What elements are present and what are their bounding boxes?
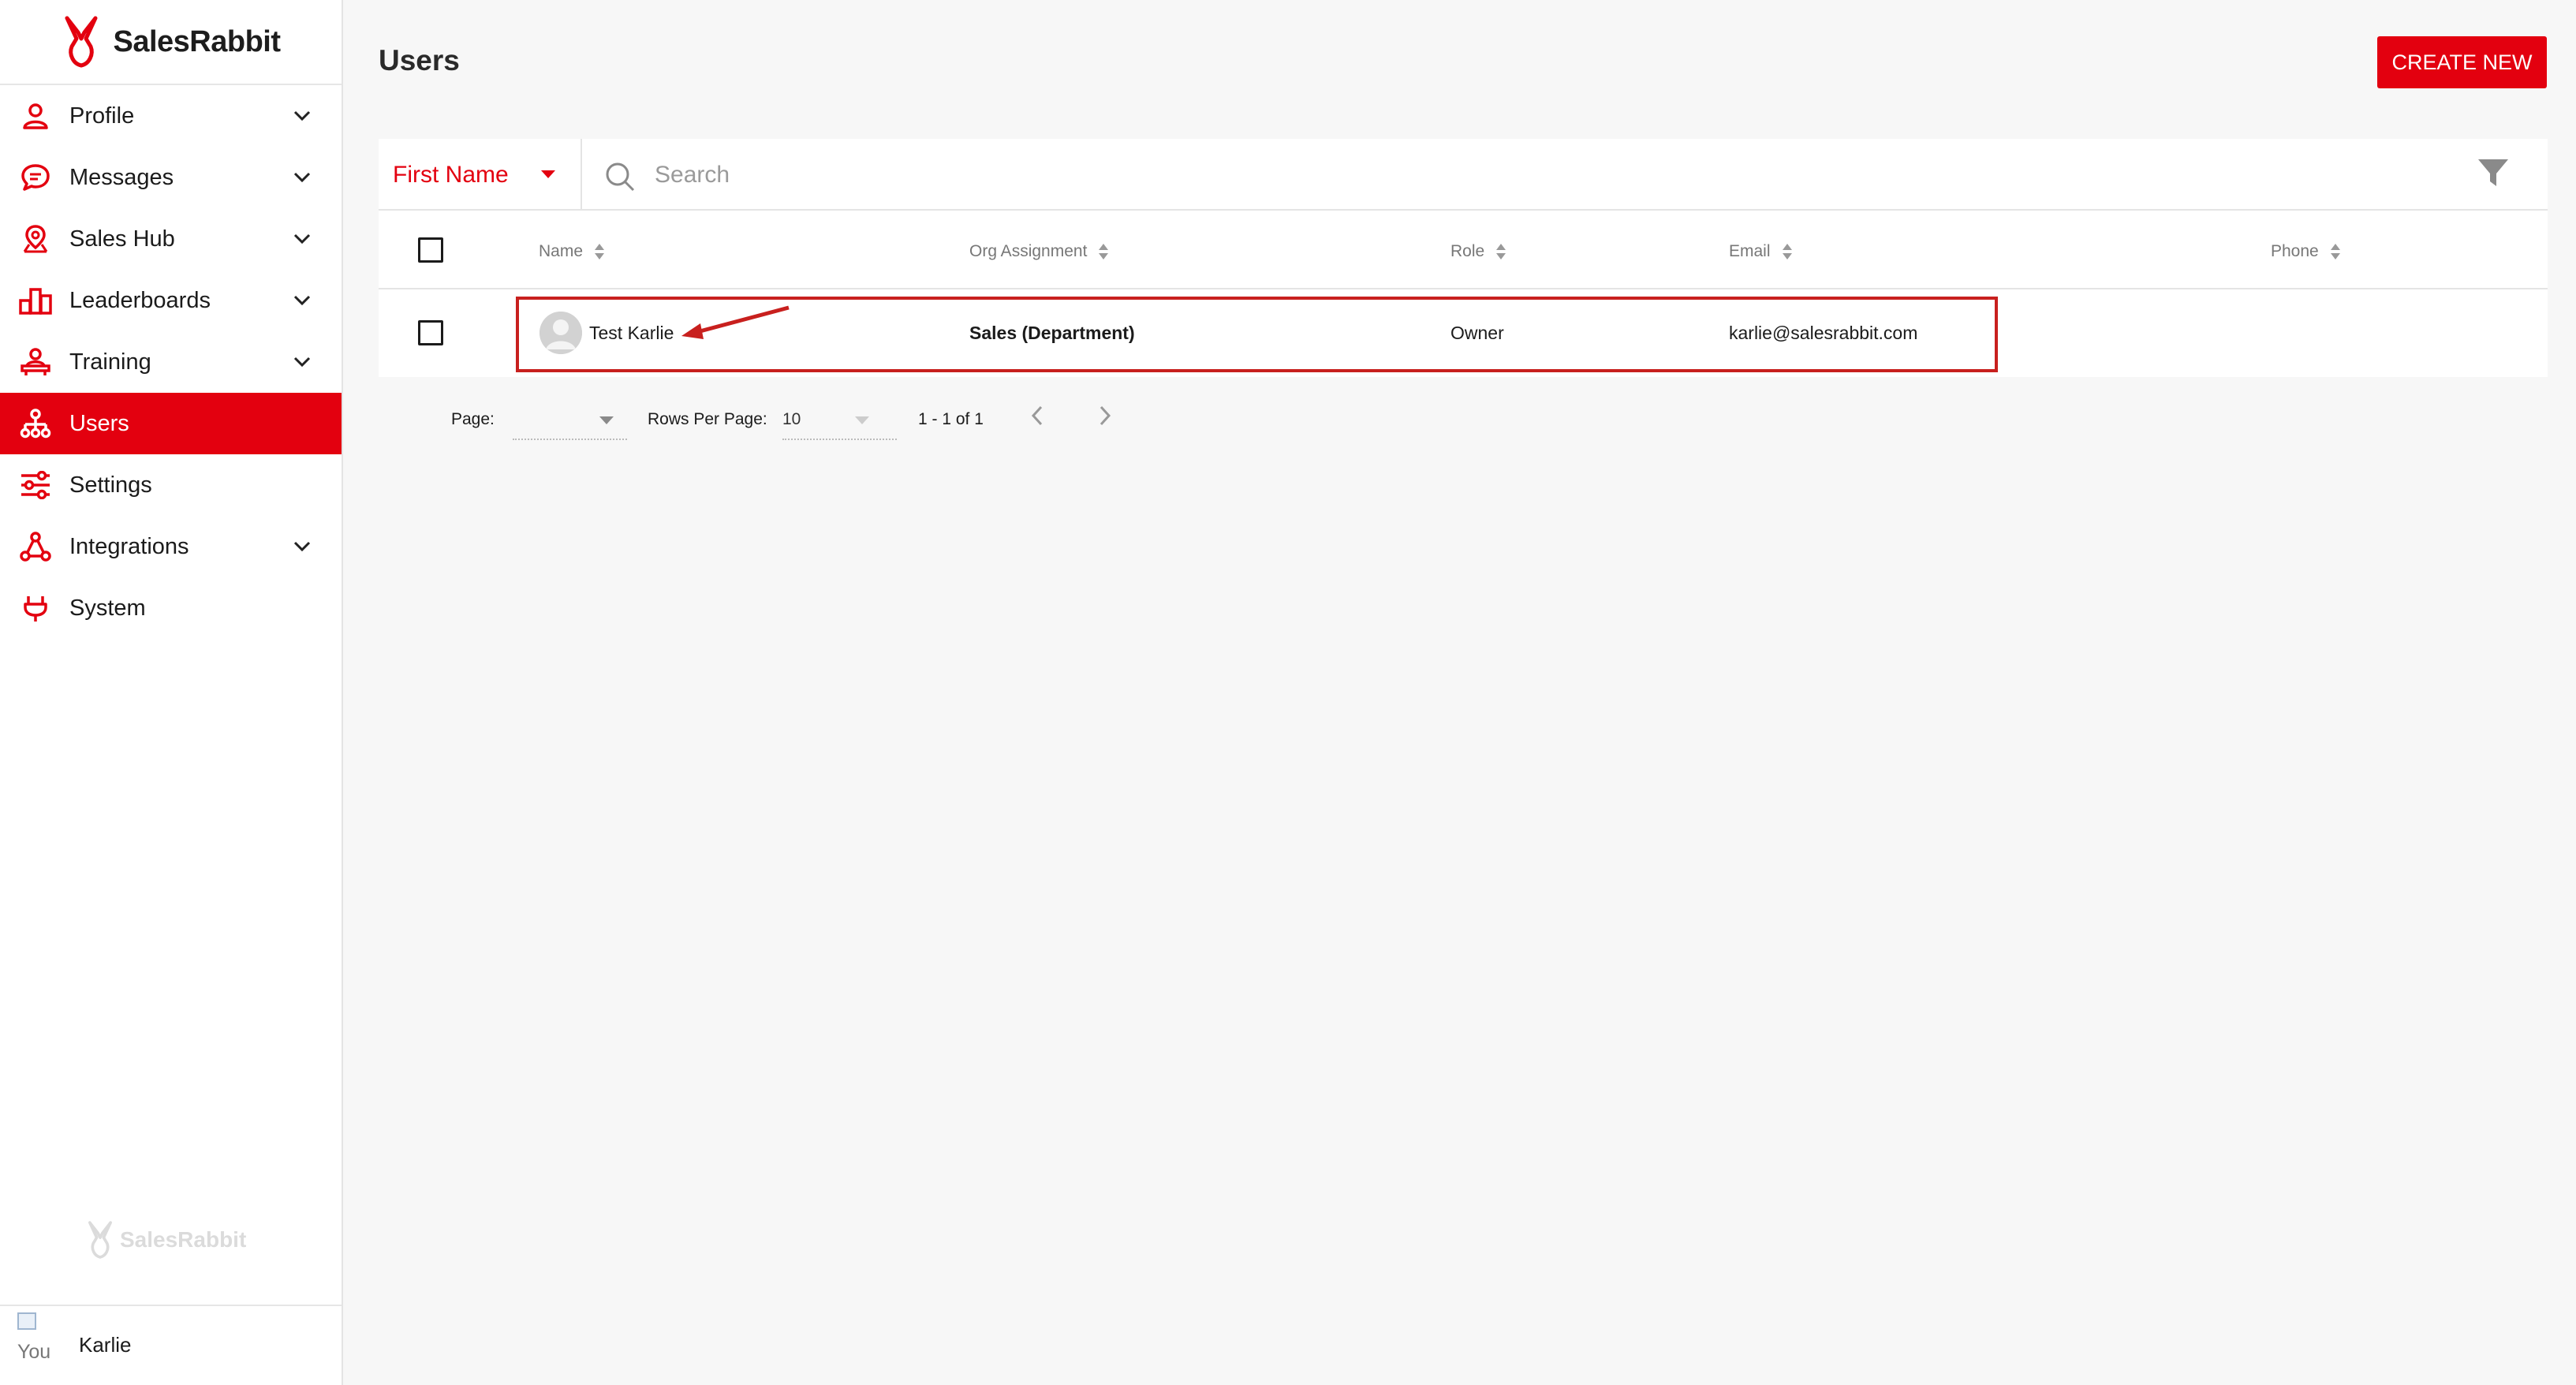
column-label: Email <box>1729 242 1771 260</box>
default-avatar-icon <box>539 312 582 354</box>
table-row[interactable]: Test Karlie Sales (Department) Owner kar… <box>379 291 2548 375</box>
sidebar: SalesRabbit Profile Messages Sales Hub L… <box>0 0 343 1385</box>
create-new-button[interactable]: CREATE NEW <box>2377 36 2547 88</box>
caret-down-icon <box>855 416 869 424</box>
caret-down-icon <box>599 416 614 424</box>
chevron-left-icon[interactable] <box>1030 404 1044 427</box>
org-assignment-cell: Sales (Department) <box>969 323 1135 343</box>
rabbit-logo-icon <box>65 16 98 68</box>
users-table-card: First Name Name Org Assignment Role Emai… <box>379 139 2548 377</box>
chevron-down-icon[interactable] <box>291 105 313 127</box>
chevron-down-icon[interactable] <box>291 166 313 189</box>
search-icon <box>606 162 635 192</box>
chat-bubble-icon <box>19 161 52 194</box>
person-icon <box>19 99 52 133</box>
sidebar-item-settings[interactable]: Settings <box>0 454 342 516</box>
search-field-select[interactable]: First Name <box>379 139 582 211</box>
column-header-email[interactable]: Email <box>1729 242 1793 261</box>
column-header-role[interactable]: Role <box>1450 242 1506 261</box>
row-checkbox[interactable] <box>418 320 443 345</box>
sidebar-item-label: Users <box>69 410 129 436</box>
sidebar-nav: Profile Messages Sales Hub Leaderboards <box>0 85 342 639</box>
sidebar-item-label: Messages <box>69 164 174 190</box>
rabbit-logo-icon <box>88 1221 112 1259</box>
search-field-label: First Name <box>393 161 509 188</box>
column-label: Name <box>539 242 584 260</box>
network-icon <box>19 530 52 563</box>
sidebar-item-label: System <box>69 595 146 621</box>
brand-name: SalesRabbit <box>113 24 281 58</box>
sidebar-item-label: Leaderboards <box>69 287 211 313</box>
sliders-icon <box>19 469 52 502</box>
filter-icon[interactable] <box>2477 158 2510 189</box>
sidebar-item-users[interactable]: Users <box>0 393 342 454</box>
search-bar: First Name <box>379 139 2548 211</box>
column-header-phone[interactable]: Phone <box>2271 242 2341 261</box>
caret-down-icon <box>541 170 555 178</box>
presenter-icon <box>19 345 52 379</box>
pagination: Page: Rows Per Page: 10 1 - 1 of 1 <box>379 394 1246 450</box>
avatar-alt-text: You <box>17 1341 51 1363</box>
page-select[interactable] <box>513 402 627 440</box>
sort-icon <box>2330 244 2340 259</box>
sidebar-item-label: Profile <box>69 103 135 129</box>
sidebar-item-label: Sales Hub <box>69 226 175 252</box>
column-label: Role <box>1450 242 1485 260</box>
footer-watermark: SalesRabbit <box>85 1219 246 1260</box>
avatar <box>539 312 582 354</box>
column-header-name[interactable]: Name <box>539 242 605 261</box>
page-range: 1 - 1 of 1 <box>918 410 984 428</box>
rows-per-page-value: 10 <box>782 410 801 428</box>
watermark-text: SalesRabbit <box>120 1227 247 1252</box>
search-input[interactable] <box>655 155 2390 196</box>
page-label: Page: <box>451 410 495 428</box>
broken-image-icon <box>17 1312 36 1330</box>
org-chart-icon <box>19 407 52 440</box>
sidebar-item-label: Settings <box>69 472 152 498</box>
sidebar-item-sales-hub[interactable]: Sales Hub <box>0 208 342 270</box>
brand-logo[interactable]: SalesRabbit <box>0 0 342 85</box>
sidebar-item-leaderboards[interactable]: Leaderboards <box>0 270 342 331</box>
rows-per-page-select[interactable]: 10 <box>782 402 897 440</box>
sidebar-item-messages[interactable]: Messages <box>0 147 342 208</box>
chevron-down-icon[interactable] <box>291 351 313 373</box>
page-title: Users <box>379 44 460 77</box>
email-cell: karlie@salesrabbit.com <box>1729 323 1918 343</box>
column-label: Phone <box>2271 242 2319 260</box>
podium-icon <box>19 284 52 317</box>
sidebar-item-system[interactable]: System <box>0 577 342 639</box>
select-all-checkbox[interactable] <box>418 237 443 263</box>
current-user[interactable]: You Karlie <box>0 1305 342 1385</box>
user-name-cell[interactable]: Test Karlie <box>589 323 674 344</box>
rows-per-page-label: Rows Per Page: <box>648 410 767 428</box>
sort-icon <box>1782 244 1792 259</box>
sidebar-item-training[interactable]: Training <box>0 331 342 393</box>
role-cell: Owner <box>1450 323 1504 343</box>
sidebar-item-integrations[interactable]: Integrations <box>0 516 342 577</box>
chevron-down-icon[interactable] <box>291 536 313 558</box>
chevron-down-icon[interactable] <box>291 289 313 312</box>
column-label: Org Assignment <box>969 242 1088 260</box>
sort-icon <box>595 244 605 259</box>
chevron-down-icon[interactable] <box>291 228 313 250</box>
column-header-org-assignment[interactable]: Org Assignment <box>969 242 1109 261</box>
sidebar-item-label: Integrations <box>69 533 189 559</box>
plug-icon <box>19 592 52 625</box>
sort-icon <box>1099 244 1109 259</box>
table-header: Name Org Assignment Role Email Phone <box>379 212 2548 289</box>
sidebar-item-profile[interactable]: Profile <box>0 85 342 147</box>
map-pin-icon <box>19 222 52 256</box>
chevron-right-icon[interactable] <box>1098 404 1112 427</box>
user-name: Karlie <box>79 1333 132 1357</box>
sort-icon <box>1496 244 1506 259</box>
sidebar-item-label: Training <box>69 349 151 375</box>
avatar[interactable]: You <box>17 1312 58 1368</box>
